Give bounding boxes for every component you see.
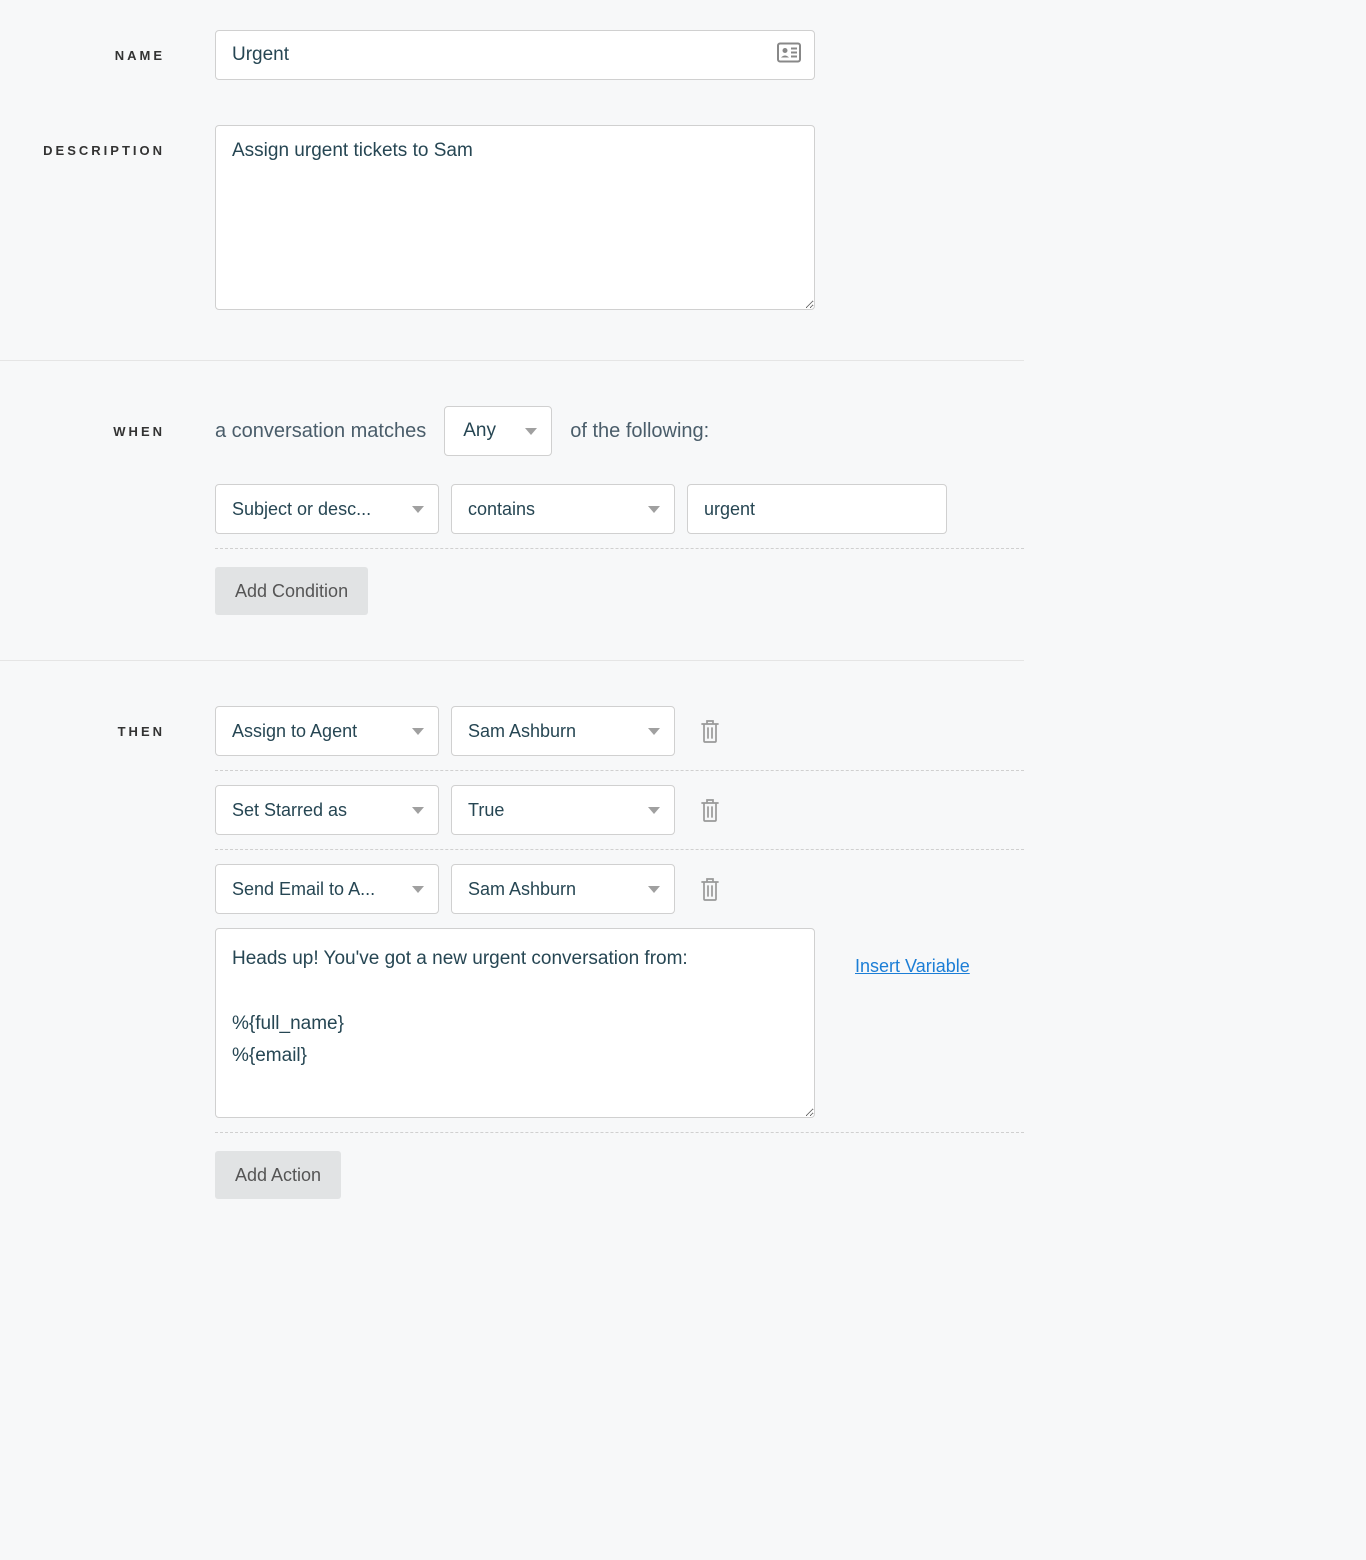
chevron-down-icon (648, 728, 660, 735)
email-body-row: Insert Variable (215, 928, 1024, 1133)
action-type-value: Assign to Agent (232, 721, 357, 742)
when-suffix-text: of the following: (570, 420, 709, 443)
condition-value-input[interactable] (687, 484, 947, 534)
chevron-down-icon (648, 506, 660, 513)
action-type-select[interactable]: Assign to Agent (215, 706, 439, 756)
action-value-text: Sam Ashburn (468, 721, 576, 742)
action-row: Send Email to A... Sam Ashburn (215, 864, 1024, 928)
condition-operator-select[interactable]: contains (451, 484, 675, 534)
when-section: WHEN a conversation matches Any of the f… (0, 406, 1024, 661)
match-type-select[interactable]: Any (444, 406, 552, 456)
action-row: Set Starred as True (215, 785, 1024, 850)
name-section: NAME (0, 30, 1024, 125)
add-action-button[interactable]: Add Action (215, 1151, 341, 1199)
action-type-select[interactable]: Set Starred as (215, 785, 439, 835)
when-label: WHEN (113, 424, 165, 439)
chevron-down-icon (412, 886, 424, 893)
trash-icon (699, 718, 721, 744)
when-prefix-text: a conversation matches (215, 420, 426, 443)
trash-icon (699, 876, 721, 902)
condition-field-value: Subject or desc... (232, 499, 371, 520)
description-textarea[interactable] (215, 125, 815, 310)
delete-action-button[interactable] (695, 793, 725, 827)
chevron-down-icon (648, 886, 660, 893)
id-badge-icon (777, 43, 801, 68)
action-type-value: Set Starred as (232, 800, 347, 821)
delete-action-button[interactable] (695, 714, 725, 748)
action-value-select[interactable]: True (451, 785, 675, 835)
condition-row: Subject or desc... contains (215, 484, 1024, 549)
action-value-select[interactable]: Sam Ashburn (451, 706, 675, 756)
delete-action-button[interactable] (695, 872, 725, 906)
chevron-down-icon (412, 506, 424, 513)
action-value-text: True (468, 800, 504, 821)
action-row: Assign to Agent Sam Ashburn (215, 706, 1024, 771)
action-value-select[interactable]: Sam Ashburn (451, 864, 675, 914)
match-type-value: Any (463, 420, 496, 442)
condition-operator-value: contains (468, 499, 535, 520)
then-label: THEN (118, 724, 165, 739)
action-value-text: Sam Ashburn (468, 879, 576, 900)
email-body-textarea[interactable] (215, 928, 815, 1118)
then-section: THEN Assign to Agent Sam Ashburn (0, 706, 1024, 1244)
chevron-down-icon (412, 807, 424, 814)
chevron-down-icon (525, 428, 537, 435)
chevron-down-icon (648, 807, 660, 814)
trash-icon (699, 797, 721, 823)
condition-field-select[interactable]: Subject or desc... (215, 484, 439, 534)
description-section: DESCRIPTION (0, 125, 1024, 361)
action-type-select[interactable]: Send Email to A... (215, 864, 439, 914)
action-type-value: Send Email to A... (232, 879, 375, 900)
add-condition-button[interactable]: Add Condition (215, 567, 368, 615)
description-label: DESCRIPTION (43, 143, 165, 158)
insert-variable-link[interactable]: Insert Variable (855, 956, 970, 977)
name-input[interactable] (215, 30, 815, 80)
chevron-down-icon (412, 728, 424, 735)
name-label: NAME (115, 48, 165, 63)
